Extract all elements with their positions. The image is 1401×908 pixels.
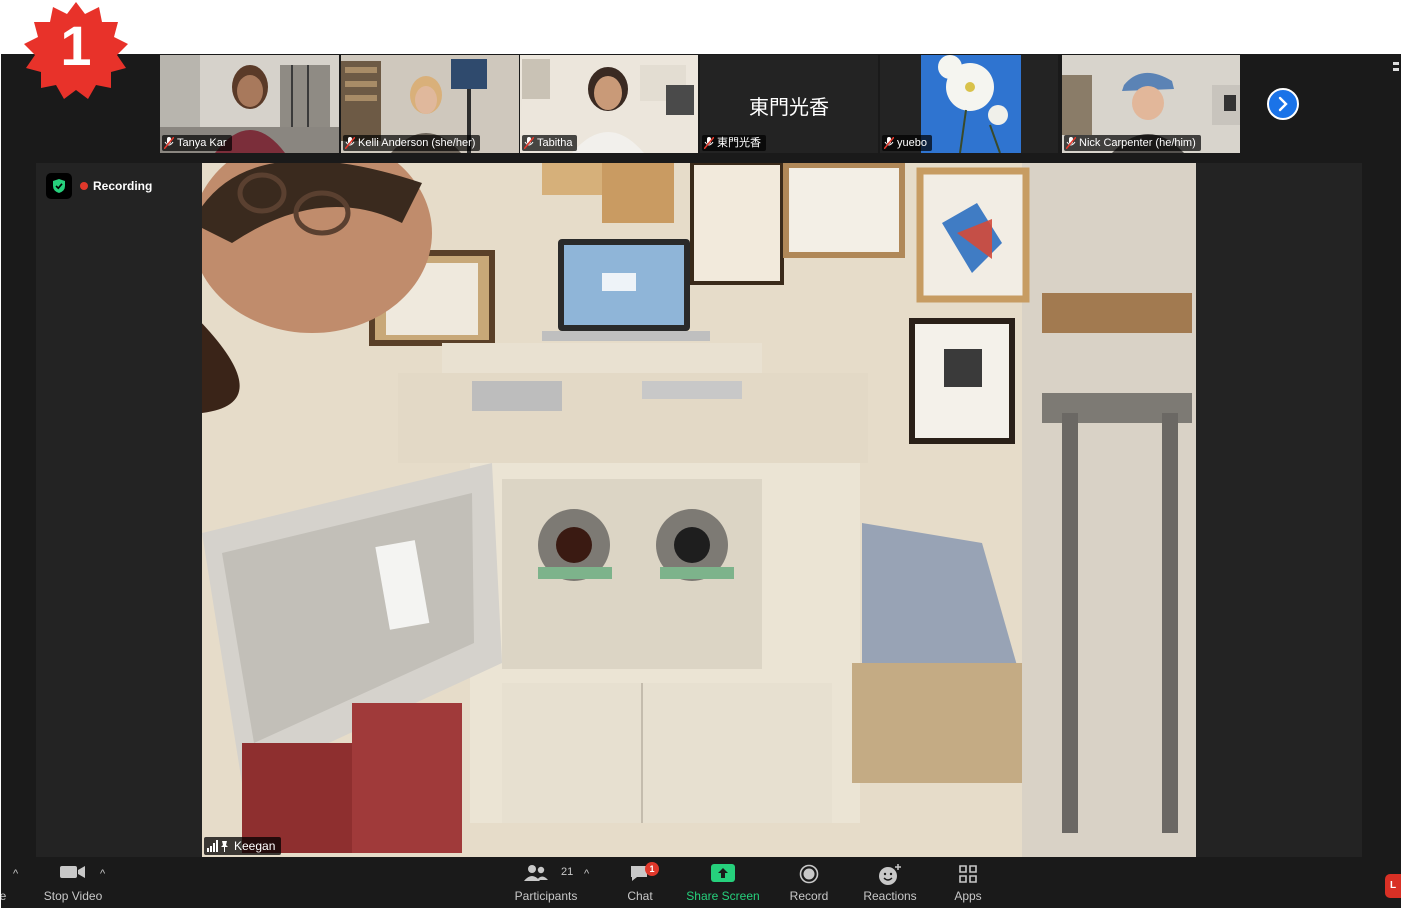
audio-options-caret[interactable]: ^ <box>13 868 18 880</box>
participants-count: 21 <box>561 866 574 878</box>
signal-strength-icon <box>207 840 228 852</box>
share-screen-icon <box>711 864 735 882</box>
video-camera-icon <box>60 866 85 878</box>
step-number: 1 <box>60 14 92 77</box>
participant-name-tag: Kelli Anderson (she/her) <box>343 135 481 151</box>
next-page-button[interactable] <box>1267 88 1299 120</box>
participant-name-tag: 東門光香 <box>702 135 766 151</box>
mic-muted-icon <box>1066 137 1076 149</box>
participant-name-tag: Tanya Kar <box>162 135 232 151</box>
record-label: Record <box>789 889 829 903</box>
shield-icon <box>53 179 65 193</box>
participant-name: Nick Carpenter (he/him) <box>1079 137 1196 149</box>
meeting-toolbar: ^ e Stop Video ^ 21 Participants ^ 1 Cha… <box>1 858 1401 908</box>
participant-name-tag: Nick Carpenter (he/him) <box>1064 135 1201 151</box>
mic-muted-icon <box>345 137 355 149</box>
recording-label: Recording <box>93 179 153 193</box>
participants-button[interactable]: 21 Participants <box>501 858 591 908</box>
chat-icon-wrap: 1 <box>629 862 659 884</box>
participant-name: Kelli Anderson (she/her) <box>358 137 476 149</box>
participants-label: Participants <box>514 889 578 903</box>
participant-tile[interactable]: Kelli Anderson (she/her) <box>341 55 519 153</box>
mute-label-partial: e <box>1 889 7 903</box>
mic-muted-icon <box>704 137 714 149</box>
zoom-meeting-window: Tanya Kar Kelli Anderson (she/her) Tabit… <box>1 54 1401 908</box>
apps-button[interactable]: Apps <box>945 858 991 908</box>
mic-muted-icon <box>884 137 894 149</box>
participant-tile[interactable]: yuebo <box>880 55 1058 153</box>
share-screen-button[interactable]: Share Screen <box>681 858 765 908</box>
recording-indicator: Recording <box>46 173 152 199</box>
active-speaker-name: Keegan <box>234 839 276 853</box>
participant-name: Tanya Kar <box>177 137 227 149</box>
stop-video-button[interactable]: Stop Video <box>31 858 115 908</box>
reactions-button[interactable]: Reactions <box>857 858 923 908</box>
participant-name-tag: Tabitha <box>522 135 578 151</box>
participant-name-tag: yuebo <box>882 135 932 151</box>
chat-label: Chat <box>627 889 653 903</box>
participant-tile[interactable]: Tabitha <box>520 55 698 153</box>
participant-tile[interactable]: Tanya Kar <box>160 55 339 153</box>
recording-status[interactable]: Recording <box>80 179 152 193</box>
participant-name: Tabitha <box>537 137 573 149</box>
encryption-shield[interactable] <box>46 173 72 199</box>
apps-icon <box>959 865 977 883</box>
chevron-right-icon <box>1278 96 1288 112</box>
active-speaker-video: Keegan <box>202 163 1196 857</box>
step-number-badge: 1 <box>22 0 130 104</box>
participant-name: 東門光香 <box>717 137 761 149</box>
more-options-icon[interactable] <box>1393 62 1399 72</box>
speaker-stage: Recording Keegan <box>36 163 1362 857</box>
recording-dot-icon <box>80 182 88 190</box>
smiley-plus-icon <box>879 864 901 885</box>
chat-unread-badge: 1 <box>645 862 659 876</box>
record-button[interactable]: Record <box>781 858 837 908</box>
reactions-label: Reactions <box>863 889 917 903</box>
speaker-video-frame <box>202 163 1196 857</box>
participant-name: yuebo <box>897 137 927 149</box>
participant-strip: Tanya Kar Kelli Anderson (she/her) Tabit… <box>1 54 1401 154</box>
participant-display-name: 東門光香 <box>749 95 829 119</box>
active-speaker-name-tag: Keegan <box>204 837 282 855</box>
mute-button-partial[interactable]: e <box>1 858 9 908</box>
stop-video-label: Stop Video <box>43 889 103 903</box>
record-icon <box>799 864 819 884</box>
mic-muted-icon <box>164 137 174 149</box>
participant-tile[interactable]: 東門光香 東門光香 <box>700 55 878 153</box>
end-meeting-button-partial[interactable]: L <box>1385 874 1401 898</box>
participants-options-caret[interactable]: ^ <box>584 868 589 880</box>
participant-tile[interactable]: Nick Carpenter (he/him) <box>1062 55 1240 153</box>
participants-icon <box>524 865 548 881</box>
chat-button[interactable]: 1 Chat <box>615 858 665 908</box>
mic-muted-icon <box>524 137 534 149</box>
video-options-caret[interactable]: ^ <box>100 868 105 880</box>
apps-label: Apps <box>954 889 982 903</box>
share-screen-label: Share Screen <box>686 889 760 903</box>
